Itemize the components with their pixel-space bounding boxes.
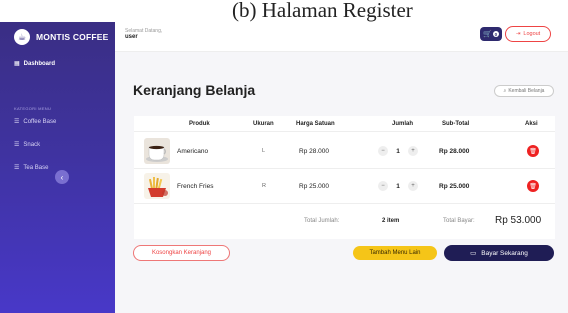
col-header-subtotal: Sub-Total	[442, 121, 470, 127]
pay-label: Bayar Sekarang	[481, 249, 528, 257]
quantity-stepper[interactable]: − 1 +	[378, 145, 418, 157]
pay-now-button[interactable]: ▭ Bayar Sekarang	[444, 245, 554, 261]
trash-icon: 🗑	[529, 148, 537, 155]
figure-caption: (b) Halaman Register	[0, 0, 568, 22]
col-header-size: Ukuran	[253, 121, 274, 127]
delete-button[interactable]: 🗑	[527, 180, 539, 192]
product-subtotal: Rp 25.000	[439, 183, 470, 190]
sidebar-item-label: Dashboard	[23, 60, 56, 67]
plus-icon[interactable]: +	[408, 181, 418, 191]
list-icon: ☰	[14, 142, 20, 148]
sidebar-item-dashboard[interactable]: ▦ Dashboard	[14, 60, 56, 68]
sidebar-item-label: Snack	[23, 141, 41, 148]
americano-image	[144, 138, 170, 164]
delete-button[interactable]: 🗑	[527, 145, 539, 157]
brand-name: MONTIS COFFEE	[36, 32, 109, 42]
total-qty-label: Total Jumlah:	[304, 218, 340, 224]
minus-icon[interactable]: −	[378, 146, 388, 156]
main-content: Keranjang Belanja ⌕ Kembali Belanja Prod…	[115, 52, 568, 313]
list-icon: ☰	[14, 165, 20, 171]
add-menu-button[interactable]: Tambah Menu Lain	[353, 246, 437, 260]
search-icon: ⌕	[503, 88, 507, 94]
product-subtotal: Rp 28.000	[439, 148, 470, 155]
total-pay-value: Rp 53.000	[495, 215, 542, 226]
back-to-shop-button[interactable]: ⌕ Kembali Belanja	[494, 85, 554, 97]
col-header-product: Produk	[189, 121, 210, 127]
quantity-value: 1	[396, 182, 400, 190]
product-price: Rp 28.000	[299, 148, 329, 155]
list-icon: ☰	[14, 119, 20, 125]
col-header-qty: Jumlah	[392, 121, 414, 127]
username-text: user	[125, 34, 138, 40]
logout-label: Logout	[523, 31, 541, 37]
product-name: French Fries	[177, 183, 214, 190]
sidebar-item-coffee-base[interactable]: ☰ Coffee Base	[14, 118, 57, 126]
coffee-logo-icon: ☕	[14, 29, 30, 45]
table-header: Produk Ukuran Harga Satuan Jumlah Sub-To…	[134, 116, 555, 132]
sidebar-section-label: KATEGORI MENU	[14, 106, 52, 111]
minus-icon[interactable]: −	[378, 181, 388, 191]
logout-button[interactable]: ⇥ Logout	[505, 26, 551, 42]
quantity-value: 1	[396, 147, 400, 155]
french-fries-image	[144, 173, 170, 199]
cart-button[interactable]: 🛒 0	[480, 27, 502, 41]
topbar: Selamat Datang, user 🛒 0 ⇥ Logout	[115, 22, 568, 52]
sidebar-item-tea-base[interactable]: ☰ Tea Base	[14, 164, 49, 172]
logout-icon: ⇥	[515, 31, 521, 37]
totals-row: Total Jumlah: 2 item Total Bayar: Rp 53.…	[134, 204, 555, 239]
cart-count-badge: 0	[492, 31, 499, 37]
product-name: Americano	[177, 148, 209, 155]
chevron-left-icon: ‹	[60, 172, 64, 182]
brand[interactable]: ☕ MONTIS COFFEE	[0, 22, 115, 52]
sidebar-item-label: Tea Base	[23, 164, 49, 171]
page-title: Keranjang Belanja	[133, 82, 256, 98]
product-price: Rp 25.000	[299, 183, 329, 190]
product-size: L	[262, 148, 266, 154]
wallet-icon: ▭	[470, 250, 477, 257]
product-size: R	[262, 183, 266, 189]
quantity-stepper[interactable]: − 1 +	[378, 180, 418, 192]
back-label: Kembali Belanja	[508, 88, 545, 94]
empty-cart-button[interactable]: Kosongkan Keranjang	[133, 245, 230, 261]
col-header-action: Aksi	[525, 121, 538, 127]
sidebar: ☕ MONTIS COFFEE ▦ Dashboard KATEGORI MEN…	[0, 22, 115, 313]
grid-icon: ▦	[14, 61, 20, 67]
sidebar-item-label: Coffee Base	[23, 118, 57, 125]
total-qty-value: 2 item	[382, 218, 400, 224]
cart-icon: 🛒	[483, 31, 492, 38]
total-pay-label: Total Bayar:	[443, 218, 475, 224]
table-row: French Fries R Rp 25.000 − 1 + Rp 25.000…	[134, 169, 555, 204]
sidebar-item-snack[interactable]: ☰ Snack	[14, 141, 41, 149]
plus-icon[interactable]: +	[408, 146, 418, 156]
col-header-price: Harga Satuan	[296, 121, 335, 127]
sidebar-collapse-button[interactable]: ‹	[55, 170, 69, 184]
trash-icon: 🗑	[529, 183, 537, 190]
cart-table: Produk Ukuran Harga Satuan Jumlah Sub-To…	[134, 116, 555, 239]
table-row: Americano L Rp 28.000 − 1 + Rp 28.000 🗑	[134, 134, 555, 169]
